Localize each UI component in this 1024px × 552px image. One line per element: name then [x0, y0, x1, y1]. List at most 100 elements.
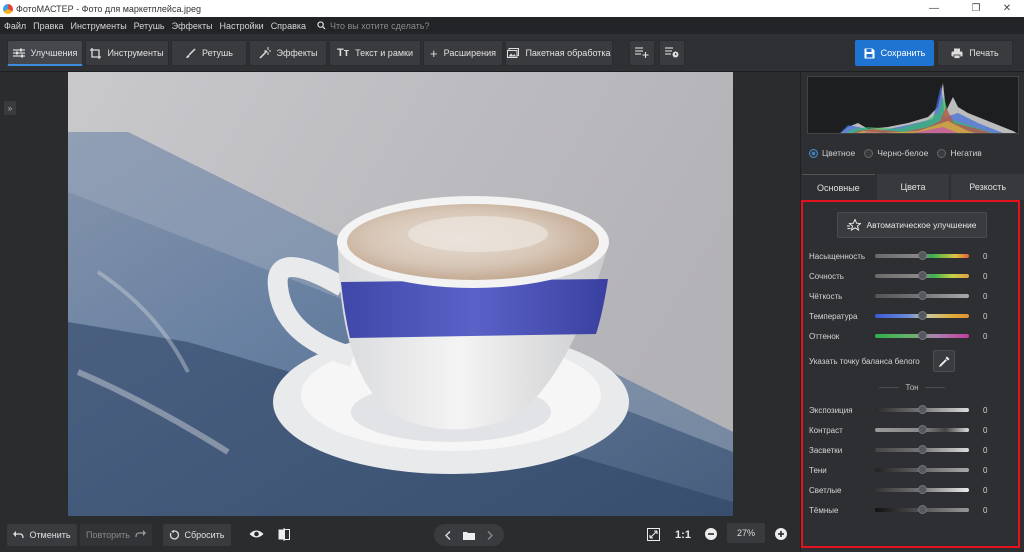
saturation-thumb[interactable] [918, 251, 927, 260]
tab-effects[interactable]: Эффекты [249, 40, 327, 66]
print-label: Печать [969, 48, 999, 58]
highlights-thumb[interactable] [918, 445, 927, 454]
fit-screen-button[interactable] [643, 524, 663, 546]
menu-edit[interactable]: Правка [33, 21, 63, 31]
mode-bw[interactable]: Черно-белое [864, 148, 928, 158]
slider-blacks[interactable]: Тёмные 0 [809, 503, 1014, 517]
bottom-bar: Отменить Повторить Сбросить 1:1 [0, 518, 800, 552]
tab-enhance[interactable]: Улучшения [7, 40, 83, 66]
slider-contrast[interactable]: Контраст 0 [809, 423, 1014, 437]
batch-label: Пакетная обработка [525, 48, 611, 58]
slider-tint[interactable]: Оттенок 0 [809, 329, 1014, 343]
white-balance-picker-button[interactable] [933, 350, 955, 372]
slider-saturation-label: Насыщенность [809, 251, 866, 261]
close-icon[interactable]: ✕ [990, 0, 1024, 17]
contrast-thumb[interactable] [918, 425, 927, 434]
blacks-thumb[interactable] [918, 505, 927, 514]
slider-tint-label: Оттенок [809, 331, 840, 341]
menu-search[interactable]: Что вы хотите сделать? [317, 21, 430, 31]
title-bar: ФотоМАСТЕР - Фото для маркетплейса.jpeg … [0, 0, 1024, 17]
prev-image-button[interactable] [445, 530, 451, 540]
radio-negative[interactable] [937, 148, 947, 158]
next-image-button[interactable] [487, 530, 493, 540]
history-button[interactable] [659, 40, 685, 66]
undo-button[interactable]: Отменить [7, 524, 77, 546]
shadows-thumb[interactable] [918, 465, 927, 474]
auto-enhance-button[interactable]: Автоматическое улучшение [837, 212, 987, 238]
whites-thumb[interactable] [918, 485, 927, 494]
tab-sharpness[interactable]: Резкость [951, 174, 1024, 200]
redo-label: Повторить [86, 530, 130, 540]
tab-enhance-label: Улучшения [30, 47, 78, 58]
slider-vibrance-label: Сочность [809, 271, 844, 281]
tab-extensions[interactable]: + Расширения [423, 40, 503, 66]
vibrance-value: 0 [983, 271, 988, 281]
slider-shadows-label: Тени [809, 465, 827, 475]
slider-whites[interactable]: Светлые 0 [809, 483, 1014, 497]
clarity-thumb[interactable] [918, 291, 927, 300]
tab-retouch[interactable]: Ретушь [171, 40, 247, 66]
slider-temperature[interactable]: Температура 0 [809, 309, 1014, 323]
menu-tools[interactable]: Инструменты [71, 21, 127, 31]
slider-clarity[interactable]: Чёткость 0 [809, 289, 1014, 303]
tint-thumb[interactable] [918, 331, 927, 340]
slider-temperature-label: Температура [809, 311, 858, 321]
slider-exposure[interactable]: Экспозиция 0 [809, 403, 1014, 417]
compare-button[interactable] [273, 524, 295, 546]
reset-button[interactable]: Сбросить [163, 524, 231, 546]
open-folder-button[interactable] [463, 531, 475, 540]
mode-color[interactable]: Цветное [809, 148, 855, 158]
mode-negative[interactable]: Негатив [937, 148, 982, 158]
preview-button[interactable] [246, 524, 266, 546]
slider-blacks-label: Тёмные [809, 505, 839, 515]
slider-saturation[interactable]: Насыщенность 0 [809, 249, 1014, 263]
save-button[interactable]: Сохранить [855, 40, 934, 66]
zoom-field[interactable]: 27% [727, 523, 765, 543]
tab-text-frames[interactable]: Tт Текст и рамки [329, 40, 421, 66]
tab-effects-label: Эффекты [276, 48, 318, 58]
brush-icon [185, 47, 196, 59]
slider-clarity-label: Чёткость [809, 291, 843, 301]
menu-effects[interactable]: Эффекты [172, 21, 213, 31]
eyedropper-icon [938, 356, 949, 367]
menu-file[interactable]: Файл [4, 21, 26, 31]
menu-help[interactable]: Справка [271, 21, 306, 31]
color-mode-group: Цветное Черно-белое Негатив [809, 148, 991, 158]
tab-tools[interactable]: Инструменты [85, 40, 169, 66]
slider-contrast-label: Контраст [809, 425, 843, 435]
tab-basic[interactable]: Основные [802, 174, 875, 200]
save-label: Сохранить [880, 48, 926, 58]
highlights-value: 0 [983, 445, 988, 455]
slider-highlights[interactable]: Засветки 0 [809, 443, 1014, 457]
expand-panel-button[interactable]: » [4, 101, 16, 115]
compare-icon [278, 527, 290, 543]
temperature-value: 0 [983, 311, 988, 321]
zoom-in-button[interactable] [773, 524, 789, 546]
vibrance-thumb[interactable] [918, 271, 927, 280]
zoom-out-icon [705, 528, 717, 542]
tab-text-label: Текст и рамки [355, 48, 413, 58]
menu-retouch[interactable]: Ретушь [134, 21, 165, 31]
slider-shadows[interactable]: Тени 0 [809, 463, 1014, 477]
radio-color[interactable] [809, 148, 818, 158]
print-button[interactable]: Печать [937, 40, 1013, 66]
redo-button[interactable]: Повторить [80, 524, 152, 546]
whites-value: 0 [983, 485, 988, 495]
add-preset-button[interactable] [629, 40, 655, 66]
restore-icon[interactable]: ❐ [959, 0, 993, 17]
double-chevron-right-icon: » [7, 103, 13, 113]
temperature-thumb[interactable] [918, 311, 927, 320]
preset-history-icon [665, 46, 679, 60]
floppy-icon [864, 48, 875, 59]
zoom-out-button[interactable] [703, 524, 719, 546]
batch-processing-button[interactable]: Пакетная обработка [505, 40, 613, 66]
actual-size-button[interactable]: 1:1 [671, 524, 695, 546]
minimize-icon[interactable]: — [917, 0, 951, 17]
photo-canvas[interactable] [68, 72, 733, 516]
menu-settings[interactable]: Настройки [220, 21, 264, 31]
slider-vibrance[interactable]: Сочность 0 [809, 269, 1014, 283]
tab-colors[interactable]: Цвета [876, 174, 950, 200]
exposure-thumb[interactable] [918, 405, 927, 414]
tab-tools-label: Инструменты [107, 48, 164, 58]
radio-bw[interactable] [864, 148, 874, 158]
